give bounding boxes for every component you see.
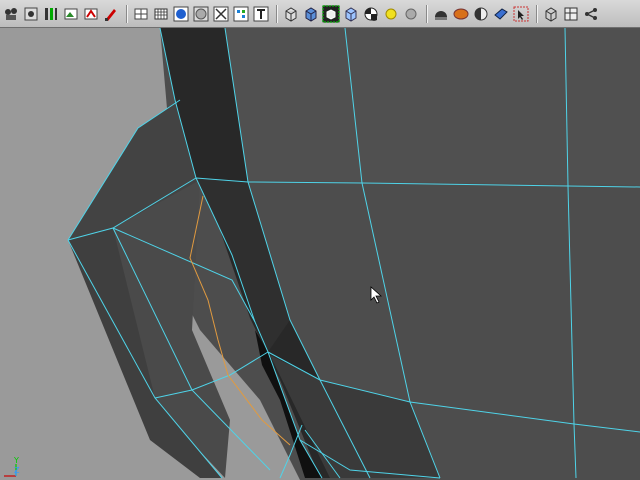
arrow-select-button[interactable] <box>512 5 530 23</box>
status-toolbar <box>0 0 640 28</box>
maya-app: Y Z <box>0 0 640 480</box>
image-plane-button[interactable] <box>62 5 80 23</box>
hemisphere-button[interactable] <box>432 5 450 23</box>
wireframe-button[interactable] <box>132 5 150 23</box>
snap-icon <box>24 7 38 20</box>
checker-icon <box>364 7 378 21</box>
panel-bars-button[interactable] <box>42 5 60 23</box>
half-sphere-icon <box>474 7 488 20</box>
panel-bars-icon <box>45 7 57 20</box>
cube-light-button[interactable] <box>342 5 360 23</box>
viewport-canvas[interactable] <box>0 28 640 480</box>
grid-icon <box>154 8 168 19</box>
render-button[interactable] <box>82 5 100 23</box>
cube-shaded-button[interactable] <box>302 5 320 23</box>
toolbar-separator <box>122 4 130 24</box>
paint-button[interactable] <box>102 5 120 23</box>
cube-light-icon <box>345 6 357 22</box>
cube-small-icon <box>545 6 557 22</box>
component-button[interactable] <box>232 5 250 23</box>
axis-z-label: Z <box>14 466 20 475</box>
isolate-button[interactable] <box>492 5 510 23</box>
axis-gizmo-icon: Y Z <box>4 456 20 477</box>
light-grey-icon <box>405 8 417 19</box>
toolbar-separator <box>422 4 430 24</box>
snap-button[interactable] <box>22 5 40 23</box>
share-icon <box>585 7 597 20</box>
flat-circle-icon <box>193 6 209 21</box>
axis-gizmo: Y Z <box>2 456 28 480</box>
light-yellow-icon <box>385 8 397 19</box>
cube-selected-button[interactable] <box>322 4 340 23</box>
xray-button[interactable] <box>212 5 230 23</box>
share-button[interactable] <box>582 5 600 23</box>
layout-icon <box>564 7 578 20</box>
cube-wire-button[interactable] <box>282 5 300 23</box>
component-icon <box>233 6 249 21</box>
3d-viewport[interactable]: Y Z <box>0 28 640 480</box>
checker-button[interactable] <box>362 5 380 23</box>
wireframe-icon <box>134 8 148 19</box>
select-camera-icon <box>5 7 17 20</box>
light-grey-button[interactable] <box>402 5 420 23</box>
grid-button[interactable] <box>152 5 170 23</box>
shader-orange-button[interactable] <box>452 5 470 23</box>
hemisphere-icon <box>435 10 447 20</box>
image-plane-icon <box>64 8 78 19</box>
paint-icon <box>105 8 116 21</box>
text-button[interactable] <box>252 5 270 23</box>
toolbar-separator <box>272 4 280 24</box>
cube-shaded-icon <box>305 6 317 22</box>
xray-icon <box>213 6 229 21</box>
light-yellow-button[interactable] <box>382 5 400 23</box>
arrow-select-icon <box>513 6 529 21</box>
shaded-sphere-button[interactable] <box>172 5 190 23</box>
text-icon <box>253 6 269 21</box>
render-icon <box>84 8 98 19</box>
half-sphere-button[interactable] <box>472 5 490 23</box>
select-camera-button[interactable] <box>2 5 20 23</box>
layout-button[interactable] <box>562 5 580 23</box>
isolate-icon <box>494 7 508 20</box>
cube-small-button[interactable] <box>542 5 560 23</box>
shaded-sphere-icon <box>173 6 189 21</box>
shader-orange-icon <box>453 8 469 19</box>
toolbar-separator <box>532 4 540 24</box>
flat-circle-button[interactable] <box>192 5 210 23</box>
cube-wire-icon <box>285 6 297 22</box>
axis-y-label: Y <box>13 456 19 465</box>
cube-selected-icon <box>322 5 340 22</box>
